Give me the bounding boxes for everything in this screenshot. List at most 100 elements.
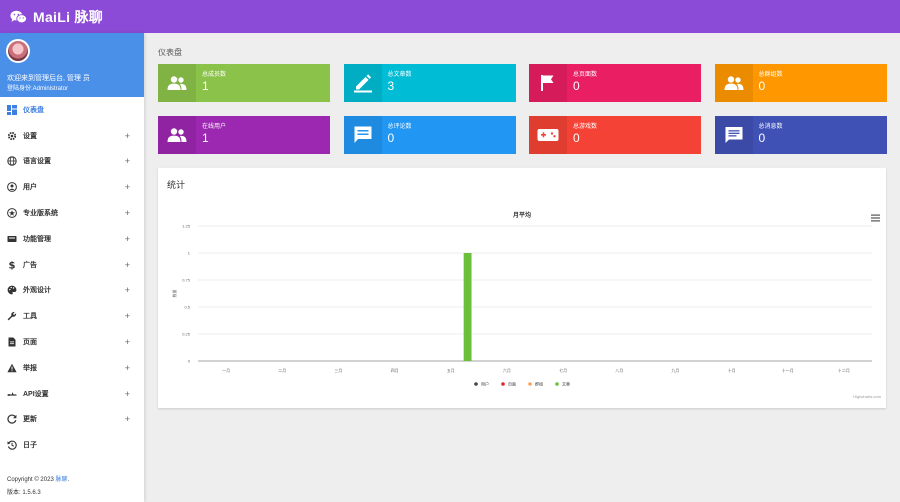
sidebar-item-history[interactable]: 日子 [0,432,144,458]
x-tick-label: 八月 [615,368,623,373]
stat-card-value: 0 [387,131,395,145]
sidebar-item-label: 广告 [23,261,37,269]
stat-card[interactable]: 总评论数 0 [343,116,516,154]
y-tick-label: 0 [188,359,191,364]
x-tick-label: 七月 [559,367,567,373]
update-icon [7,414,17,425]
avatar[interactable] [6,39,30,63]
stat-card-label: 总文章数 [387,72,412,78]
chart-credits[interactable]: Highcharts.com [853,394,881,399]
sidebar-item-gear[interactable]: 设置 + [0,123,144,149]
stat-card-label: 在线用户 [202,124,227,130]
x-tick-label: 一月 [222,368,230,373]
sidebar-item-warning[interactable]: 举报 + [0,355,144,381]
pencil-icon [343,64,382,102]
legend-label: 页面 [508,382,516,387]
expand-plus-icon[interactable]: + [125,131,130,141]
bar-chart: 0 0.25 0.5 0.75 1 1.25 数量一月 二月 三月 四月 五月 六月 七月 八月 九月 十月 十… [171,224,872,387]
sidebar-item-star[interactable]: 专业版系统 + [0,200,144,226]
stat-card[interactable]: 总游戏数 0 [529,116,701,154]
sidebar-menu: 仪表盘 设置 + 语言设置 + 用户 + 专业版系统 + 功能管理 + $ 广告 + 外观设计 + 工具 + 页面 +… [0,97,144,458]
y-axis-label: 数量 [171,290,177,298]
sidebar-item-label: 外观设计 [23,287,51,295]
sidebar-item-label: 语言设置 [23,158,51,166]
sidebar-item-wrench[interactable]: 工具 + [0,303,144,329]
group-icon [714,64,753,102]
sidebar-item-user[interactable]: 用户 + [0,174,144,200]
comment-icon [343,116,382,154]
sidebar-item-label: 工具 [23,313,37,321]
users-icon [158,116,196,154]
legend-label: 群组 [535,381,543,387]
y-tick-label: 0.5 [184,305,190,310]
y-tick-label: 0.75 [182,278,191,283]
sidebar-item-globe[interactable]: 语言设置 + [0,149,144,175]
expand-plus-icon[interactable]: + [125,337,130,347]
wechat-icon [10,10,27,23]
sidebar-item-label: 功能管理 [23,235,51,243]
copyright-brand-link[interactable]: 脉聊 [55,477,67,483]
x-tick-label: 九月 [671,367,679,373]
sidebar-item-label: 设置 [23,132,37,140]
stat-card-label: 总消息数 [758,124,783,130]
sidebar-item-palette[interactable]: 外观设计 + [0,278,144,304]
expand-plus-icon[interactable]: + [125,156,130,166]
role-text: 登陆身份:Administrator [7,86,69,92]
expand-plus-icon[interactable]: + [125,311,130,321]
app-logo[interactable]: MaiLi 脉聊 [10,7,103,27]
expand-plus-icon[interactable]: + [125,389,130,399]
wrench-icon [7,311,17,321]
x-tick-label: 二月 [278,368,286,373]
expand-plus-icon[interactable]: + [125,208,130,218]
sidebar-item-module[interactable]: 功能管理 + [0,226,144,252]
flag-icon [529,64,567,102]
x-tick-label: 三月 [334,368,342,373]
stat-card[interactable]: 总成员数 1 [158,64,330,102]
sidebar-item-api[interactable]: API设置 + [0,381,144,407]
y-tick-label: 0.25 [182,332,191,337]
sidebar-item-label: 日子 [23,442,37,450]
gear-icon [7,131,17,141]
api-icon [7,389,17,399]
expand-plus-icon[interactable]: + [125,285,130,295]
sidebar-item-page[interactable]: 页面 + [0,329,144,355]
legend-label: 文章 [562,381,570,387]
sidebar-item-label: 用户 [23,184,37,192]
app-title: MaiLi 脉聊 [33,8,104,25]
stat-card[interactable]: 总页面数 0 [529,64,701,102]
stat-card-label: 总游戏数 [573,124,598,130]
sidebar-item-dollar[interactable]: $ 广告 + [0,252,144,278]
x-tick-label: 六月 [503,367,511,373]
x-tick-label: 十一月 [782,367,794,373]
stat-card-value: 0 [758,79,766,93]
users-icon [158,64,196,102]
y-tick-label: 1 [188,251,191,256]
version-text: 版本: 1.5.6.3 [7,490,41,496]
welcome-text: 欢迎来到管理后台, 管理 员 [7,75,90,82]
sidebar-item-label: 专业版系统 [23,210,58,218]
stat-card[interactable]: 总群组数 0 [714,64,887,102]
legend-marker [528,382,532,386]
palette-icon [7,285,17,295]
star-icon [7,208,17,218]
stat-card[interactable]: 在线用户 1 [158,116,330,154]
sidebar: 欢迎来到管理后台, 管理 员 登陆身份:Administrator 仪表盘设置 +… [0,33,144,502]
expand-plus-icon[interactable]: + [125,234,130,244]
page-icon [7,337,17,347]
module-icon [7,234,17,244]
sidebar-item-label: 举报 [23,364,37,372]
svg-text:$: $ [9,260,16,270]
legend-marker [555,382,559,386]
stat-card[interactable]: 总消息数 0 [714,116,887,154]
sidebar-item-dashboard[interactable]: 仪表盘 [0,97,144,123]
expand-plus-icon[interactable]: + [125,363,130,373]
stat-card[interactable]: 总文章数 3 [343,64,516,102]
statistics-panel: 统计 月平均 0 0.25 0.5 0.75 1 1.25 数量 一月 二月 三月 四月 五月 六月 七月… [158,168,886,408]
sidebar-footer: Copyright © 2023 脉聊. 版本: 1.5.6.3 [0,468,144,502]
expand-plus-icon[interactable]: + [125,260,130,270]
expand-plus-icon[interactable]: + [125,414,130,424]
sidebar-item-update[interactable]: 更新 + [0,407,144,433]
warning-icon [7,363,17,373]
x-tick-label: 十二月 [838,367,850,373]
expand-plus-icon[interactable]: + [125,182,130,192]
